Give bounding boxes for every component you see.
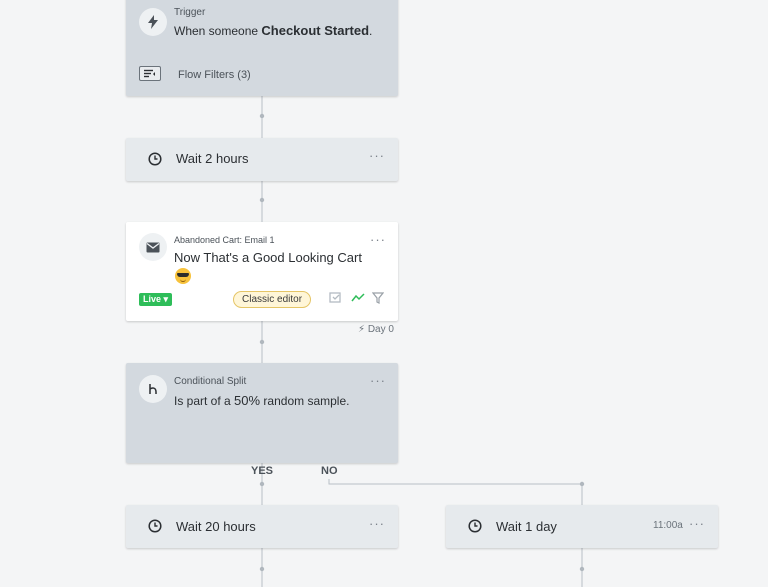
more-options-button[interactable]: ··· xyxy=(369,516,385,531)
trigger-suffix: . xyxy=(369,24,373,38)
trigger-label: Trigger xyxy=(174,7,206,18)
trigger-description: When someone Checkout Started. xyxy=(174,23,372,38)
wait-label: Wait 20 hours xyxy=(176,519,256,534)
wait-label: Wait 2 hours xyxy=(176,151,249,166)
wait-card-2-hours[interactable]: Wait 2 hours ··· xyxy=(126,138,398,181)
conditional-split-card[interactable]: Conditional Split ··· Is part of a 50% r… xyxy=(126,363,398,463)
more-options-button[interactable]: ··· xyxy=(370,232,386,247)
envelope-icon xyxy=(139,233,167,261)
more-options-button[interactable]: ··· xyxy=(370,373,386,388)
no-branch-label: NO xyxy=(321,465,338,477)
more-options-button[interactable]: ··· xyxy=(689,516,705,531)
email-label: Abandoned Cart: Email 1 xyxy=(174,235,275,245)
split-suffix: random sample. xyxy=(263,394,350,408)
split-percent: 50% xyxy=(234,393,261,408)
email-card[interactable]: Abandoned Cart: Email 1 ··· Now That's a… xyxy=(126,222,398,321)
time-label: 11:00a xyxy=(653,520,683,531)
day-label: ⚡︎ Day 0 xyxy=(358,324,394,335)
day-text: Day 0 xyxy=(367,324,394,335)
trigger-event: Checkout Started xyxy=(261,23,370,38)
clock-icon xyxy=(141,145,169,173)
email-subject: Now That's a Good Looking Cart xyxy=(174,250,362,265)
trigger-prefix: When someone xyxy=(174,24,259,38)
split-label: Conditional Split xyxy=(174,376,247,387)
split-icon xyxy=(139,375,167,403)
classic-editor-button[interactable]: Classic editor xyxy=(233,291,312,308)
lightning-icon: ⚡︎ xyxy=(358,324,366,335)
flow-canvas: Trigger When someone Checkout Started. F… xyxy=(0,0,768,587)
clock-icon xyxy=(461,512,489,540)
analytics-icon[interactable] xyxy=(351,291,365,309)
filter-funnel-icon[interactable] xyxy=(371,291,385,309)
filter-icon[interactable] xyxy=(139,66,161,81)
status-badge[interactable]: Live ▾ xyxy=(139,293,173,306)
trigger-card[interactable]: Trigger When someone Checkout Started. F… xyxy=(126,0,398,96)
clock-icon xyxy=(141,512,169,540)
yes-branch-label: YES xyxy=(251,465,274,477)
more-options-button[interactable]: ··· xyxy=(369,148,385,163)
preview-icon[interactable] xyxy=(329,292,343,310)
split-prefix: Is part of a xyxy=(174,394,231,408)
sunglasses-emoji-icon xyxy=(175,268,191,284)
lightning-icon xyxy=(139,8,167,36)
flow-filters-link[interactable]: Flow Filters (3) xyxy=(178,69,251,81)
wait-card-20-hours[interactable]: Wait 20 hours ··· xyxy=(126,505,398,548)
wait-card-1-day[interactable]: Wait 1 day 11:00a ··· xyxy=(446,505,718,548)
wait-label: Wait 1 day xyxy=(496,519,557,534)
split-description: Is part of a 50% random sample. xyxy=(174,393,349,408)
